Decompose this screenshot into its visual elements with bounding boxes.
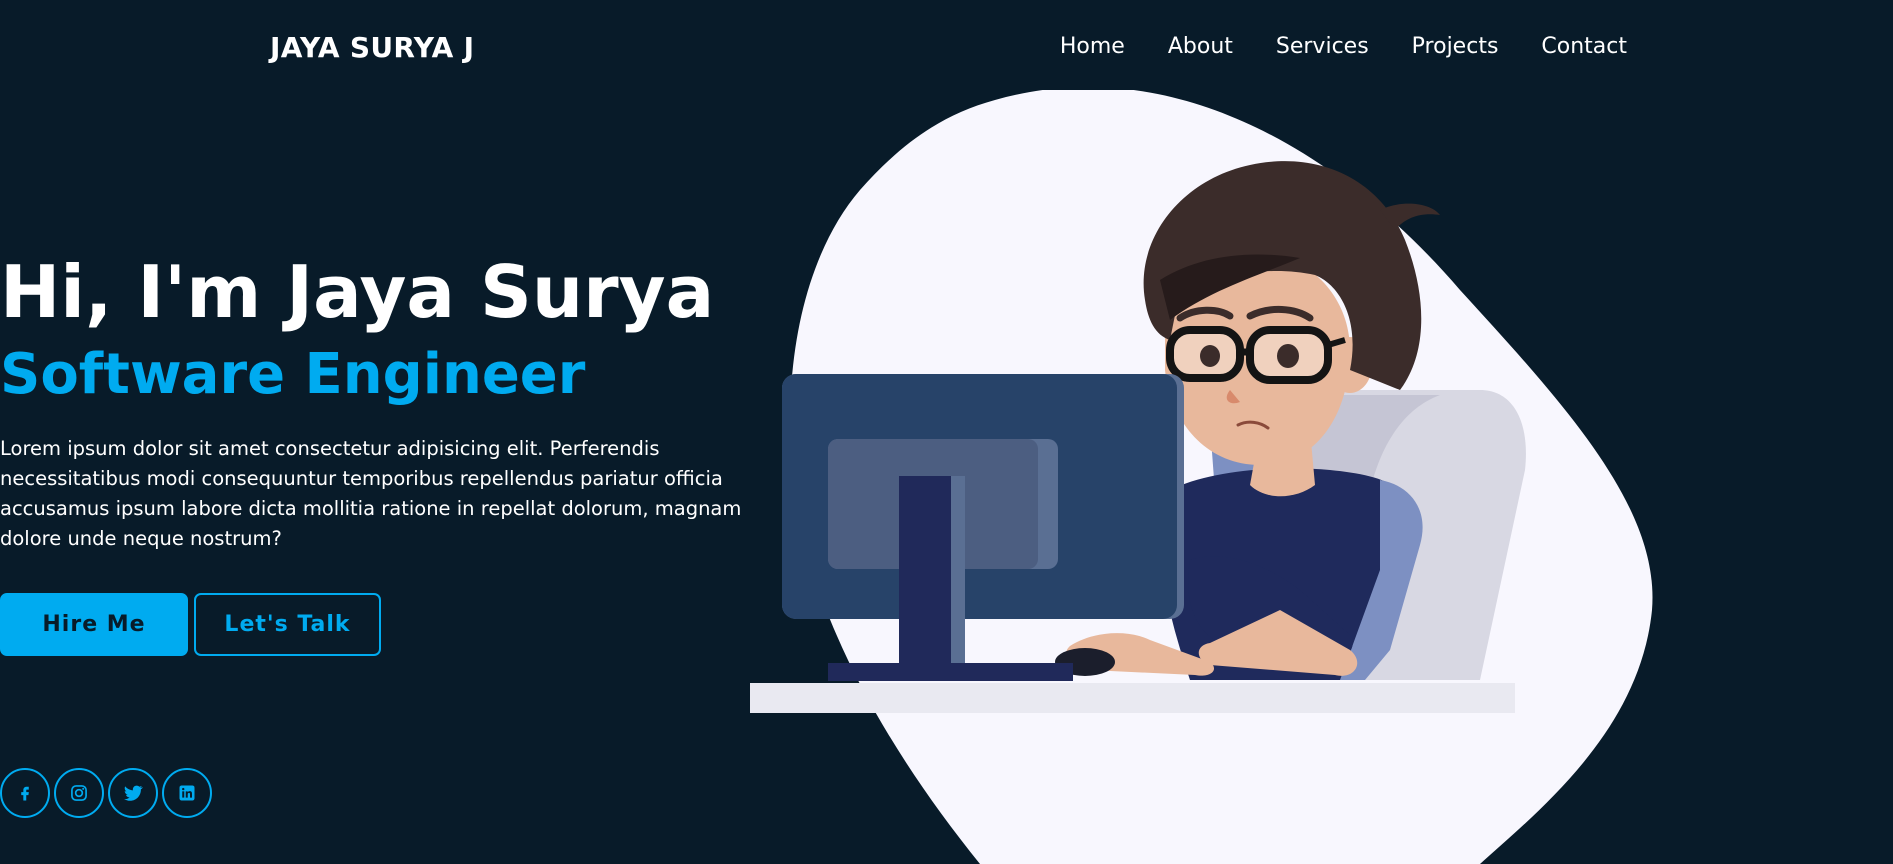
hero-greeting: Hi, I'm Jaya Surya [0,250,715,334]
site-logo[interactable]: JAYA SURYA J [270,30,474,66]
hero-illustration [750,90,1653,864]
hero-buttons: Hire Me Let's Talk [0,593,381,656]
twitter-link[interactable] [108,768,158,818]
main-nav: Home About Services Projects Contact [1060,32,1627,62]
facebook-link[interactable] [0,768,50,818]
nav-contact[interactable]: Contact [1541,32,1627,62]
hero-description: Lorem ipsum dolor sit amet consectetur a… [0,437,742,550]
instagram-icon [71,785,87,801]
facebook-icon [21,786,29,801]
linkedin-icon [179,785,195,801]
nav-home[interactable]: Home [1060,32,1125,62]
hero-role: Software Engineer [0,342,586,407]
social-links [0,768,212,818]
nav-projects[interactable]: Projects [1412,32,1499,62]
twitter-icon [124,785,143,801]
desk [750,683,1515,713]
portfolio-page: JAYA SURYA J Home About Services Project… [0,0,1893,864]
linkedin-link[interactable] [162,768,212,818]
instagram-link[interactable] [54,768,104,818]
lets-talk-button[interactable]: Let's Talk [194,593,381,656]
hire-me-button[interactable]: Hire Me [0,593,188,656]
nav-about[interactable]: About [1168,32,1233,62]
nav-services[interactable]: Services [1276,32,1369,62]
